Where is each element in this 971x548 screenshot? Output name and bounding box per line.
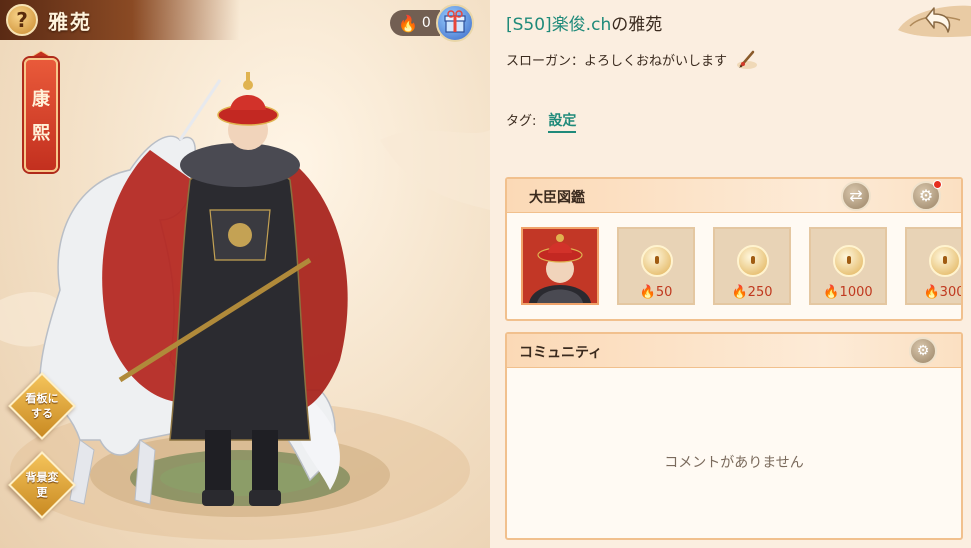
owner-name[interactable]: [S50]楽俊.ch [506, 15, 611, 35]
minister-slot-row: 🔥50 🔥250 🔥1000 🔥300 [507, 223, 961, 305]
help-button[interactable]: ? [6, 4, 38, 36]
profile-panel: [S50]楽俊.chの雅苑 スローガン：よろしくおねがいします タグ: 設定 大… [490, 0, 971, 548]
character-illustration [39, 72, 348, 506]
fire-icon: 🔥 [398, 13, 418, 33]
fire-icon: 🔥 [823, 285, 840, 300]
owner-title: [S50]楽俊.chの雅苑 [506, 10, 662, 35]
slogan-row: スローガン：よろしくおねがいします [506, 48, 759, 70]
page-title: 雅苑 [48, 10, 92, 34]
owner-suffix: の雅苑 [611, 15, 663, 35]
edit-brush-icon[interactable] [735, 48, 759, 70]
unlock-cost: 300 [939, 285, 961, 300]
minister-slot[interactable]: 🔥50 [617, 227, 695, 305]
lock-icon [833, 245, 865, 277]
community-card: コミュニティ ⚙ コメントがありません [505, 332, 963, 540]
unlock-cost: 250 [747, 285, 773, 300]
unlock-cost: 50 [655, 285, 673, 300]
fire-counter: 🔥 0 [390, 10, 440, 36]
slogan-text: スローガン：よろしくおねがいします [506, 53, 728, 69]
showcase-scene: ? 雅苑 🔥 0 康 熙 看板にする 背景変更 [0, 0, 490, 548]
swap-arrows-icon[interactable]: ⇄ [841, 181, 871, 211]
settings-icon[interactable]: ⚙ [909, 337, 937, 365]
tag-label: タグ: [506, 114, 537, 129]
back-button[interactable] [890, 0, 971, 40]
minister-book-card: 大臣図鑑 ⇄ ⚙ 🔥50 🔥250 🔥1000 🔥300 [505, 177, 963, 321]
unlock-cost: 1000 [839, 285, 873, 300]
set-signboard-label: 看板にする [25, 392, 59, 420]
change-background-button[interactable]: 背景変更 [8, 451, 76, 519]
gift-box-button[interactable] [436, 4, 474, 42]
minister-slot[interactable] [521, 227, 599, 305]
tag-set-link[interactable]: 設定 [548, 110, 577, 133]
fire-icon: 🔥 [731, 285, 748, 300]
lock-icon [929, 245, 961, 277]
fire-icon: 🔥 [923, 285, 940, 300]
minister-slot[interactable]: 🔥1000 [809, 227, 887, 305]
notification-dot [933, 180, 942, 189]
lock-icon [737, 245, 769, 277]
community-title: コミュニティ [519, 345, 603, 361]
gift-icon [444, 10, 466, 33]
lock-icon [641, 245, 673, 277]
fire-icon: 🔥 [639, 285, 656, 300]
empty-comments-message: コメントがありません [664, 455, 804, 471]
minister-portrait [523, 229, 597, 303]
change-background-label: 背景変更 [25, 471, 59, 499]
minister-book-title: 大臣図鑑 [529, 190, 585, 206]
fire-count: 0 [421, 15, 431, 31]
set-signboard-button[interactable]: 看板にする [8, 372, 76, 440]
tags-row: タグ: 設定 [506, 110, 577, 133]
minister-slot[interactable]: 🔥300 [905, 227, 961, 305]
minister-slot[interactable]: 🔥250 [713, 227, 791, 305]
